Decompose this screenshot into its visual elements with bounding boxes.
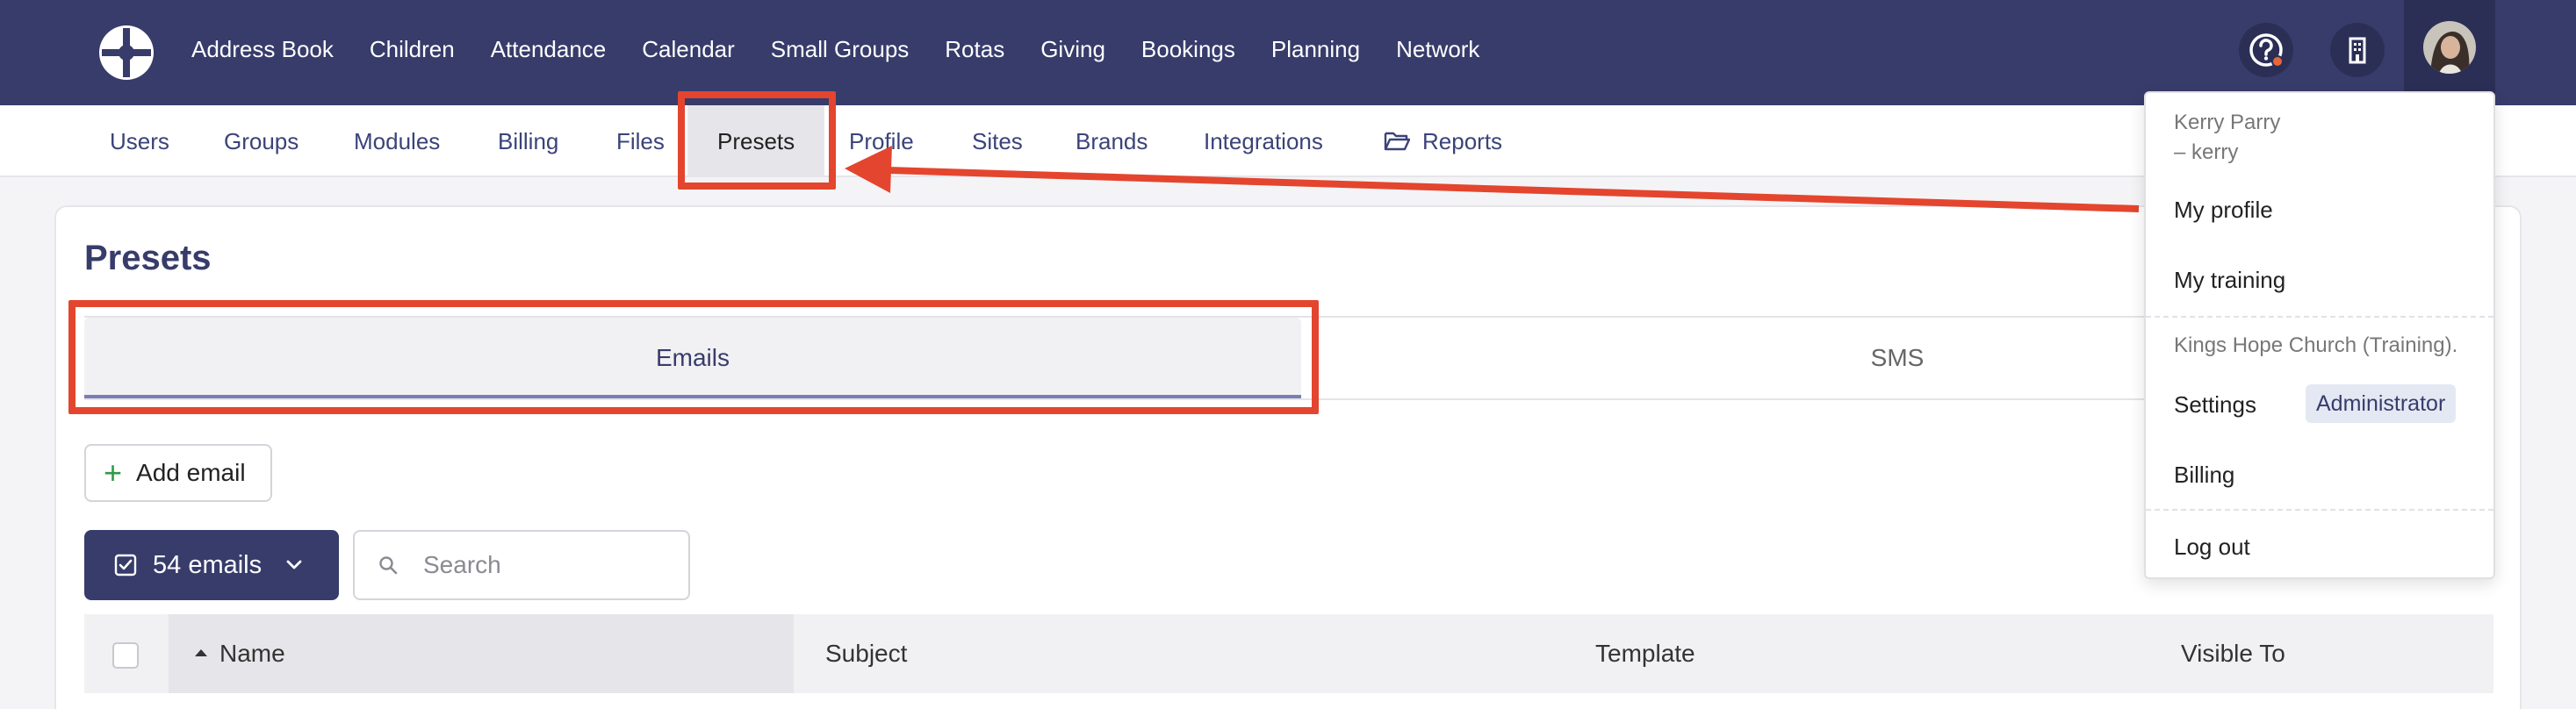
user-username: – kerry xyxy=(2174,140,2239,164)
subnav-groups[interactable]: Groups xyxy=(224,105,299,177)
settings-link[interactable]: Settings xyxy=(2174,391,2256,419)
bulk-select-button[interactable]: 54 emails xyxy=(84,530,339,600)
search-placeholder: Search xyxy=(423,551,501,578)
subnav-sites[interactable]: Sites xyxy=(972,105,1023,177)
column-name-label: Name xyxy=(219,640,285,667)
annotation-highlight-presets xyxy=(678,91,836,190)
nav-bookings[interactable]: Bookings xyxy=(1141,36,1235,63)
nav-small-groups[interactable]: Small Groups xyxy=(771,36,910,63)
nav-rotas[interactable]: Rotas xyxy=(945,36,1004,63)
subnav-modules[interactable]: Modules xyxy=(354,105,440,177)
building-icon xyxy=(2349,37,2366,64)
page-title: Presets xyxy=(84,239,212,277)
menu-divider xyxy=(2146,316,2493,318)
nav-attendance[interactable]: Attendance xyxy=(491,36,607,63)
user-menu-toggle[interactable] xyxy=(2404,0,2495,98)
plus-icon: + xyxy=(104,455,123,491)
top-nav-bar: Address Book Children Attendance Calenda… xyxy=(0,0,2576,105)
help-icon xyxy=(2249,33,2284,68)
subnav-billing[interactable]: Billing xyxy=(498,105,558,177)
annotation-highlight-emails-tab xyxy=(68,300,1319,414)
table-header: Name Subject Template Visible To xyxy=(84,614,2493,693)
nav-children[interactable]: Children xyxy=(370,36,455,63)
nav-calendar[interactable]: Calendar xyxy=(642,36,735,63)
subnav-users[interactable]: Users xyxy=(110,105,169,177)
subnav-reports[interactable]: Reports xyxy=(1384,105,1502,177)
organisation-button[interactable] xyxy=(2330,23,2385,77)
chevron-down-icon xyxy=(286,560,302,569)
user-menu-dropdown: Kerry Parry – kerry My profile My traini… xyxy=(2144,91,2495,579)
emails-count-label: 54 emails xyxy=(153,550,263,579)
menu-divider xyxy=(2146,509,2493,511)
column-visible-to[interactable]: Visible To xyxy=(2181,614,2285,693)
help-button[interactable] xyxy=(2239,23,2293,77)
column-name[interactable]: Name xyxy=(195,614,285,693)
folder-open-icon xyxy=(1384,132,1410,151)
search-input[interactable]: Search xyxy=(353,530,690,600)
my-profile-link[interactable]: My profile xyxy=(2174,197,2273,224)
column-subject[interactable]: Subject xyxy=(825,614,907,693)
search-icon xyxy=(379,556,398,575)
column-template[interactable]: Template xyxy=(1595,614,1695,693)
sort-ascending-icon xyxy=(195,648,207,656)
organisation-name: Kings Hope Church (Training). xyxy=(2174,333,2458,357)
subnav-brands[interactable]: Brands xyxy=(1076,105,1148,177)
add-email-label: Add email xyxy=(136,459,246,486)
subnav-reports-label: Reports xyxy=(1422,128,1503,154)
subnav-integrations[interactable]: Integrations xyxy=(1204,105,1323,177)
billing-link[interactable]: Billing xyxy=(2174,462,2234,489)
nav-planning[interactable]: Planning xyxy=(1271,36,1360,63)
log-out-link[interactable]: Log out xyxy=(2174,534,2250,561)
nav-network[interactable]: Network xyxy=(1396,36,1479,63)
nav-giving[interactable]: Giving xyxy=(1040,36,1105,63)
my-training-link[interactable]: My training xyxy=(2174,267,2285,294)
nav-address-book[interactable]: Address Book xyxy=(191,36,334,63)
role-badge: Administrator xyxy=(2306,384,2457,423)
subnav-profile[interactable]: Profile xyxy=(849,105,914,177)
add-email-button[interactable]: + Add email xyxy=(84,444,272,502)
checkbox-checked-icon xyxy=(114,554,137,577)
subnav-files[interactable]: Files xyxy=(616,105,665,177)
select-all-checkbox[interactable] xyxy=(112,642,139,669)
app-logo-icon[interactable] xyxy=(97,23,156,82)
avatar xyxy=(2423,21,2476,74)
user-name: Kerry Parry xyxy=(2174,111,2281,134)
